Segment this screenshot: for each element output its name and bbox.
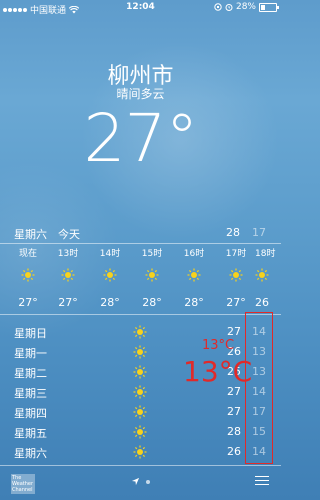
hourly-temp: 27° [58, 296, 78, 309]
location-arrow-icon[interactable] [131, 477, 140, 486]
daily-high: 28 [227, 425, 241, 438]
page-indicator-dot[interactable] [146, 480, 150, 484]
hourly-time: 16时 [183, 249, 205, 259]
hourly-temp: 28° [100, 296, 120, 309]
highlight-box-low-temps [245, 312, 273, 464]
bottom-bar: The Weather Channel [0, 466, 281, 500]
hourly-temp: 27° [18, 296, 38, 309]
hourly-item: 18时 26 [255, 246, 281, 309]
annotation-small: 13°C [202, 338, 235, 353]
hourly-item: 16时 28° [174, 246, 214, 309]
status-bar: 中国联通 12:04 28% [0, 0, 281, 16]
daily-row: 星期四 27 17 [0, 402, 281, 422]
sun-icon [133, 365, 147, 379]
daily-day: 星期六 [14, 447, 47, 460]
hourly-temp: 26 [255, 296, 269, 309]
daily-row: 星期日 27 14 [0, 322, 281, 342]
battery-icon [259, 2, 279, 12]
daily-row: 星期六 26 14 [0, 442, 281, 462]
hourly-item: 17时 27° [216, 246, 256, 309]
hourly-temp: 27° [226, 296, 246, 309]
annotation-big: 13°C [183, 355, 253, 388]
today-label: 今天 [58, 228, 80, 241]
alarm-icon [225, 4, 233, 11]
hourly-temp: 28° [142, 296, 162, 309]
daily-day: 星期三 [14, 387, 47, 400]
city-list-icon[interactable] [255, 476, 269, 487]
daily-high: 26 [227, 445, 241, 458]
sun-icon [133, 325, 147, 339]
hourly-time: 13时 [57, 249, 79, 259]
daily-high: 27 [227, 405, 241, 418]
hourly-time: 18时 [255, 249, 276, 259]
current-temperature: 27° [83, 100, 199, 177]
daily-day: 星期五 [14, 427, 47, 440]
hourly-item: 13时 27° [48, 246, 88, 309]
daily-day: 星期一 [14, 347, 47, 360]
today-low: 17 [252, 226, 266, 239]
hourly-time: 14时 [99, 249, 121, 259]
today-high: 28 [226, 226, 240, 239]
today-day: 星期六 [14, 228, 47, 241]
sun-icon [61, 268, 75, 282]
hourly-item: 14时 28° [90, 246, 130, 309]
sun-icon [145, 268, 159, 282]
sun-icon [103, 268, 117, 282]
sun-icon [21, 268, 35, 282]
sun-icon [133, 345, 147, 359]
sun-icon [229, 268, 243, 282]
sun-icon [255, 268, 269, 282]
daily-high: 27 [227, 325, 241, 338]
today-summary-row: 星期六 今天 28 17 [0, 224, 281, 242]
daily-row: 星期五 28 15 [0, 422, 281, 442]
hourly-item: 现在 27° [8, 246, 48, 309]
daily-day: 星期二 [14, 367, 47, 380]
sun-icon [133, 385, 147, 399]
divider [0, 314, 281, 315]
weather-channel-logo[interactable]: The Weather Channel [11, 474, 35, 494]
divider [0, 243, 281, 244]
hourly-time: 现在 [18, 249, 37, 259]
sun-icon [187, 268, 201, 282]
hourly-time: 15时 [141, 249, 163, 259]
hourly-temp: 28° [184, 296, 204, 309]
sun-icon [133, 405, 147, 419]
hourly-item: 15时 28° [132, 246, 172, 309]
daily-day: 星期日 [14, 327, 47, 340]
status-right: 28% [214, 2, 279, 12]
battery-percent: 28% [235, 2, 256, 12]
rotation-lock-icon [214, 3, 222, 11]
daily-day: 星期四 [14, 407, 47, 420]
sun-icon [133, 425, 147, 439]
hourly-forecast[interactable]: 现在 27° 13时 27° 14时 28° 15时 28° 16时 28° 1… [0, 246, 281, 312]
hourly-time: 17时 [225, 249, 247, 259]
sun-icon [133, 445, 147, 459]
